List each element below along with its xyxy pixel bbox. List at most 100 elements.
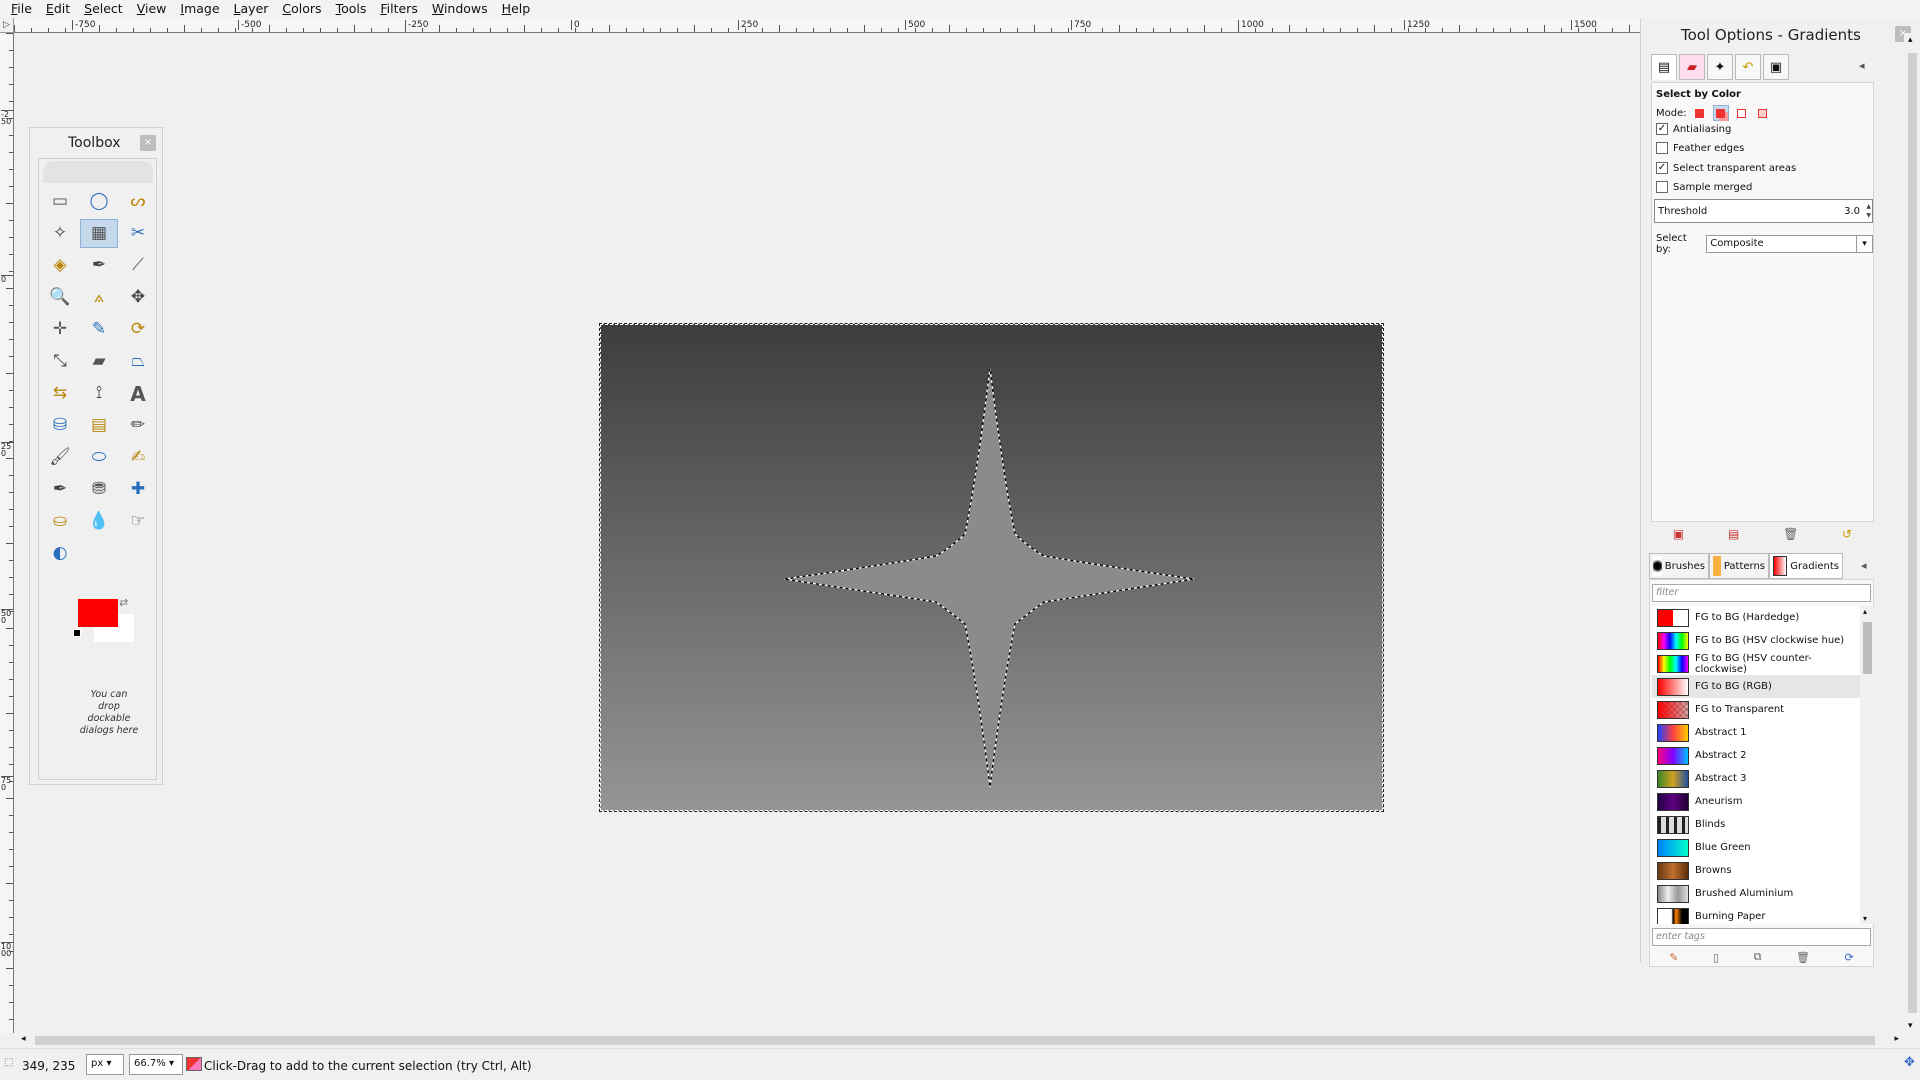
gradient-list-item[interactable]: FG to BG (HSV counter-clockwise) xyxy=(1652,652,1860,675)
chevron-left-icon[interactable]: ◂ xyxy=(21,1034,26,1044)
shear-tool[interactable]: ▰ xyxy=(80,347,118,376)
gradient-list-item[interactable]: Blinds xyxy=(1652,813,1860,836)
tab-patterns[interactable]: Patterns xyxy=(1709,553,1769,579)
gradient-list-item[interactable]: Aneurism xyxy=(1652,790,1860,813)
menu-edit[interactable]: Edit xyxy=(39,0,77,18)
cage-transform-tool[interactable]: ⟟ xyxy=(80,379,118,408)
gradient-list-item[interactable]: FG to BG (Hardedge) xyxy=(1652,606,1860,629)
horizontal-scroll-thumb[interactable] xyxy=(35,1036,1875,1045)
gradient-tags-input[interactable]: enter tags xyxy=(1652,928,1871,946)
smudge-tool[interactable]: ☞ xyxy=(119,507,157,536)
mode-subtract-button[interactable] xyxy=(1734,105,1750,121)
menu-file[interactable]: File xyxy=(4,0,39,18)
gradient-list-scrollbar[interactable]: ▴ ▾ xyxy=(1860,606,1874,924)
select-transparent-option[interactable]: ✓ Select transparent areas xyxy=(1656,162,1796,174)
ellipse-select-tool[interactable]: ◯ xyxy=(80,187,118,216)
ink-tool[interactable]: ✒ xyxy=(41,475,79,504)
perspective-tool[interactable]: ⏢ xyxy=(119,347,157,376)
blur-sharpen-tool[interactable]: 💧 xyxy=(80,507,118,536)
mode-add-button[interactable] xyxy=(1712,105,1729,121)
color-picker-tool[interactable]: ⟋ xyxy=(119,251,157,280)
text-tool[interactable]: A xyxy=(119,379,157,408)
gradient-list-item[interactable]: Abstract 3 xyxy=(1652,767,1860,790)
menu-colors[interactable]: Colors xyxy=(275,0,328,18)
menu-select[interactable]: Select xyxy=(77,0,130,18)
ruler-corner-button[interactable]: ▷ xyxy=(0,18,14,33)
gradient-list-item[interactable]: FG to Transparent xyxy=(1652,698,1860,721)
blend-tool[interactable]: ▤ xyxy=(80,411,118,440)
duplicate-gradient-icon[interactable]: ⧉ xyxy=(1754,950,1762,964)
align-tool[interactable]: ✛ xyxy=(41,315,79,344)
swap-colors-icon[interactable]: ⇄ xyxy=(119,596,128,609)
tab-brushes[interactable]: Brushes xyxy=(1649,553,1709,579)
threshold-value[interactable]: 3.0 xyxy=(1844,206,1860,217)
tab-gradients[interactable]: Gradients xyxy=(1769,553,1843,579)
menu-image[interactable]: Image xyxy=(173,0,226,18)
bucket-fill-tool[interactable]: ⛁ xyxy=(41,411,79,440)
fuzzy-select-tool[interactable]: ✧ xyxy=(41,219,79,248)
measure-tool[interactable]: ⟑ xyxy=(80,283,118,312)
threshold-spinscale[interactable]: Threshold 3.0 ▲ ▼ xyxy=(1654,199,1873,223)
dodge-burn-tool[interactable]: ◐ xyxy=(41,539,79,568)
dock-menu-icon[interactable]: ◂ xyxy=(1859,59,1865,72)
gradient-scroll-thumb[interactable] xyxy=(1863,622,1872,674)
gradient-list-item[interactable]: Abstract 2 xyxy=(1652,744,1860,767)
select-by-color-tool[interactable]: ▦ xyxy=(80,219,118,248)
reset-colors-icon[interactable] xyxy=(73,629,81,637)
restore-options-icon[interactable]: ▤ xyxy=(1728,527,1739,541)
threshold-spin-arrows[interactable]: ▲ ▼ xyxy=(1866,202,1871,220)
pencil-tool[interactable]: ✏ xyxy=(119,411,157,440)
edit-gradient-icon[interactable]: ✎ xyxy=(1669,951,1678,964)
delete-options-icon[interactable]: 🗑 xyxy=(1783,527,1798,541)
gradient-list-item[interactable]: Blue Green xyxy=(1652,836,1860,859)
gradient-list[interactable]: FG to BG (Hardedge) FG to BG (HSV clockwi… xyxy=(1652,606,1860,924)
free-select-tool[interactable]: ᔕ xyxy=(119,187,157,216)
chevron-up-icon[interactable]: ▴ xyxy=(1908,35,1913,45)
sample-merged-option[interactable]: Sample merged xyxy=(1656,181,1752,193)
airbrush-tool[interactable]: ✍ xyxy=(119,443,157,472)
heal-tool[interactable]: ✚ xyxy=(119,475,157,504)
navigate-icon[interactable]: ✥ xyxy=(1904,1055,1915,1070)
tab-tool-options[interactable]: ▤ xyxy=(1651,54,1677,80)
scale-tool[interactable]: ⤡ xyxy=(41,347,79,376)
menu-help[interactable]: Help xyxy=(495,0,538,18)
foreground-select-tool[interactable]: ◈ xyxy=(41,251,79,280)
resource-dock-menu-icon[interactable]: ◂ xyxy=(1861,559,1867,572)
gradient-list-item[interactable]: Brushed Aluminium xyxy=(1652,882,1860,905)
perspective-clone-tool[interactable]: ⛀ xyxy=(41,507,79,536)
gradient-list-item[interactable]: Burning Paper xyxy=(1652,905,1860,924)
tab-device-status[interactable]: ▰ xyxy=(1679,54,1705,80)
antialiasing-option[interactable]: ✓ Antialiasing xyxy=(1656,123,1731,135)
refresh-gradients-icon[interactable]: ⟳ xyxy=(1845,951,1854,964)
move-tool[interactable]: ✥ xyxy=(119,283,157,312)
gradient-list-item[interactable]: Abstract 1 xyxy=(1652,721,1860,744)
paintbrush-tool[interactable]: 🖌 xyxy=(41,443,79,472)
gradient-list-item[interactable]: FG to BG (RGB) xyxy=(1652,675,1860,698)
feather-edges-checkbox[interactable] xyxy=(1656,142,1668,154)
tab-undo-history[interactable]: ↶ xyxy=(1735,54,1761,80)
chevron-right-icon[interactable]: ▸ xyxy=(1894,1034,1899,1044)
scissors-select-tool[interactable]: ✂ xyxy=(119,219,157,248)
chevron-up-icon[interactable]: ▴ xyxy=(1863,607,1867,616)
horizontal-scrollbar[interactable]: ◂ ▸ xyxy=(15,1033,1905,1048)
menu-layer[interactable]: Layer xyxy=(227,0,276,18)
mode-replace-button[interactable] xyxy=(1692,105,1708,121)
crop-tool[interactable]: ✎ xyxy=(80,315,118,344)
tab-images[interactable]: ▣ xyxy=(1763,54,1789,80)
image-canvas[interactable] xyxy=(599,323,1384,812)
rect-select-tool[interactable]: ▭ xyxy=(41,187,79,216)
feather-edges-option[interactable]: Feather edges xyxy=(1656,142,1744,154)
gradient-list-item[interactable]: Browns xyxy=(1652,859,1860,882)
unit-dropdown[interactable]: px ▾ xyxy=(86,1054,124,1075)
gradient-list-item[interactable]: FG to BG (HSV clockwise hue) xyxy=(1652,629,1860,652)
gradient-filter-input[interactable]: filter xyxy=(1652,584,1871,602)
eraser-tool[interactable]: ⬭ xyxy=(80,443,118,472)
tab-layers[interactable]: ✦ xyxy=(1707,54,1733,80)
chevron-down-icon[interactable]: ▾ xyxy=(1908,1021,1913,1031)
reset-options-icon[interactable]: ↺ xyxy=(1842,527,1852,541)
menu-view[interactable]: View xyxy=(130,0,174,18)
menu-windows[interactable]: Windows xyxy=(425,0,495,18)
chevron-down-icon[interactable]: ▾ xyxy=(1863,914,1867,923)
flip-tool[interactable]: ⇆ xyxy=(41,379,79,408)
vertical-scroll-thumb[interactable] xyxy=(1908,53,1917,1013)
